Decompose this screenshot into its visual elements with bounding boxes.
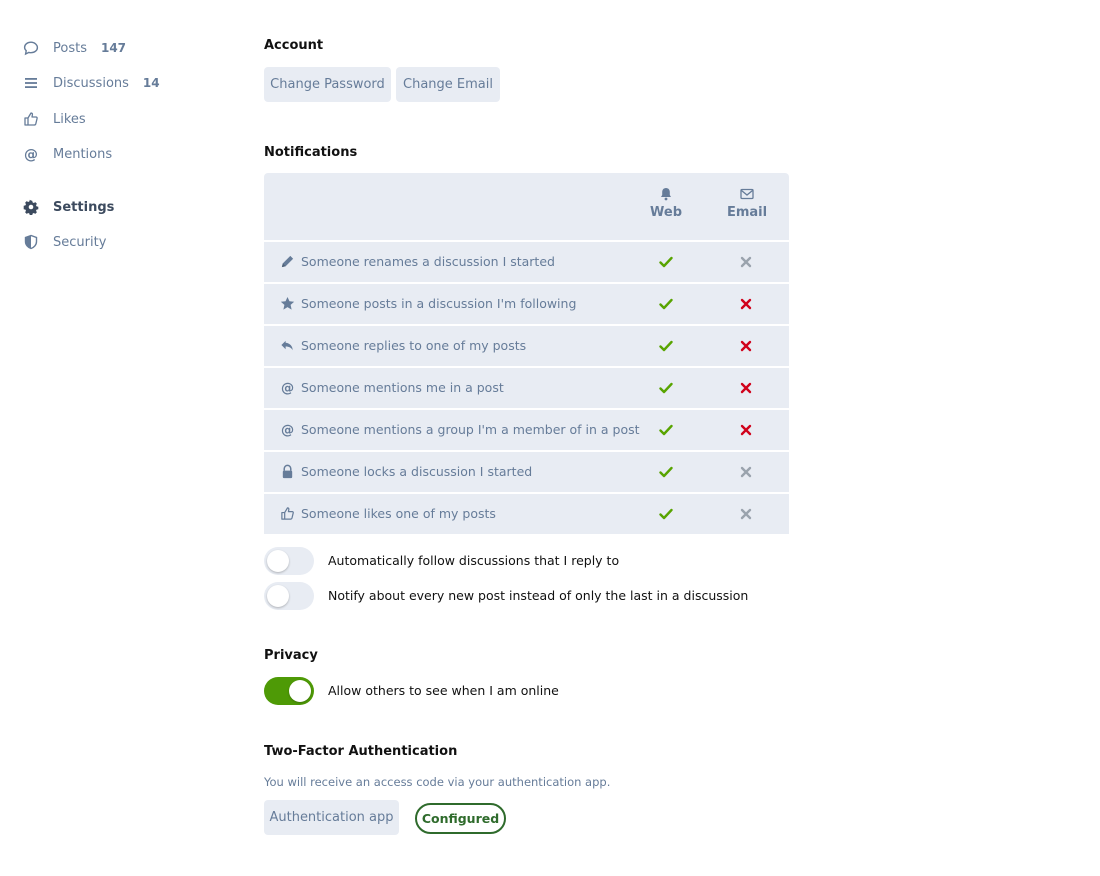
at-icon: @ bbox=[280, 422, 295, 438]
at-icon: @ bbox=[22, 145, 40, 163]
notification-row: Someone likes one of my posts bbox=[264, 494, 789, 534]
web-check-icon[interactable] bbox=[657, 505, 675, 523]
auto-follow-toggle[interactable] bbox=[264, 547, 314, 575]
web-check-icon[interactable] bbox=[657, 463, 675, 481]
discloses-online-toggle[interactable] bbox=[264, 677, 314, 705]
bell-icon bbox=[661, 188, 671, 201]
sidebar-item-label: Likes bbox=[53, 111, 86, 127]
column-web: Web bbox=[636, 187, 696, 220]
auto-follow-label: Automatically follow discussions that I … bbox=[328, 553, 620, 568]
thumbs-up-icon bbox=[22, 110, 40, 128]
change-email-button[interactable]: Change Email bbox=[396, 67, 500, 102]
discloses-online-label: Allow others to see when I am online bbox=[328, 683, 559, 698]
column-web-label: Web bbox=[650, 205, 682, 220]
star-icon bbox=[280, 296, 295, 311]
notification-label: Someone renames a discussion I started bbox=[301, 254, 555, 269]
comment-icon bbox=[22, 39, 40, 57]
notification-row: @ Someone mentions me in a post bbox=[264, 368, 789, 408]
account-title: Account bbox=[264, 38, 324, 53]
email-x-icon[interactable] bbox=[737, 295, 755, 313]
web-check-icon[interactable] bbox=[657, 253, 675, 271]
sidebar-item-posts[interactable]: Posts 147 bbox=[22, 38, 126, 58]
toggle-knob bbox=[267, 585, 289, 607]
sidebar-item-label: Security bbox=[53, 234, 107, 250]
at-icon: @ bbox=[280, 380, 295, 396]
thumbs-up-icon bbox=[280, 506, 295, 521]
notifications-grid-header: Web Email bbox=[264, 173, 789, 240]
notification-label: Someone posts in a discussion I'm follow… bbox=[301, 296, 577, 311]
discussion-count: 14 bbox=[142, 76, 160, 90]
sidebar-item-likes[interactable]: Likes bbox=[22, 109, 86, 129]
post-count: 147 bbox=[100, 41, 127, 55]
notification-row: Someone locks a discussion I started bbox=[264, 452, 789, 492]
svg-text:@: @ bbox=[281, 423, 294, 437]
notification-label: Someone replies to one of my posts bbox=[301, 338, 527, 353]
pencil-icon bbox=[280, 254, 295, 269]
notifications-title: Notifications bbox=[264, 145, 358, 160]
shield-icon bbox=[22, 233, 40, 251]
gear-icon bbox=[22, 198, 40, 216]
notify-every-post-toggle[interactable] bbox=[264, 582, 314, 610]
email-x-icon bbox=[737, 505, 755, 523]
authentication-app-button[interactable]: Authentication app bbox=[264, 800, 399, 835]
notification-row: Someone replies to one of my posts bbox=[264, 326, 789, 366]
two-factor-hint: You will receive an access code via your… bbox=[264, 775, 611, 789]
email-x-icon[interactable] bbox=[737, 421, 755, 439]
notify-every-post-label: Notify about every new post instead of o… bbox=[328, 588, 749, 603]
web-check-icon[interactable] bbox=[657, 337, 675, 355]
notification-row: @ Someone mentions a group I'm a member o… bbox=[264, 410, 789, 450]
lock-icon bbox=[280, 464, 295, 479]
notifications-grid: Web Email Someone renames a discussion I… bbox=[264, 173, 789, 534]
column-email: Email bbox=[717, 187, 777, 220]
svg-text:@: @ bbox=[281, 381, 294, 395]
web-check-icon[interactable] bbox=[657, 295, 675, 313]
sidebar-item-label: Settings bbox=[53, 199, 115, 215]
privacy-title: Privacy bbox=[264, 648, 318, 663]
email-x-icon bbox=[737, 253, 755, 271]
toggle-knob bbox=[289, 680, 311, 702]
sidebar-item-settings[interactable]: Settings bbox=[22, 197, 114, 217]
list-icon bbox=[22, 74, 40, 92]
notification-label: Someone mentions me in a post bbox=[301, 380, 504, 395]
email-x-icon[interactable] bbox=[737, 379, 755, 397]
notification-label: Someone likes one of my posts bbox=[301, 506, 496, 521]
email-x-icon bbox=[737, 463, 755, 481]
web-check-icon[interactable] bbox=[657, 421, 675, 439]
notification-row: Someone posts in a discussion I'm follow… bbox=[264, 284, 789, 324]
svg-text:@: @ bbox=[24, 147, 38, 162]
notification-row: Someone renames a discussion I started bbox=[264, 242, 789, 282]
toggle-knob bbox=[267, 550, 289, 572]
column-email-label: Email bbox=[726, 205, 768, 220]
web-check-icon[interactable] bbox=[657, 379, 675, 397]
notification-label: Someone locks a discussion I started bbox=[301, 464, 533, 479]
configured-status-badge: Configured bbox=[415, 803, 506, 834]
sidebar-item-label: Mentions bbox=[53, 146, 113, 162]
reply-icon bbox=[280, 338, 295, 353]
email-x-icon[interactable] bbox=[737, 337, 755, 355]
two-factor-title: Two-Factor Authentication bbox=[264, 744, 458, 759]
change-password-button[interactable]: Change Password bbox=[264, 67, 391, 102]
sidebar-item-label: Discussions bbox=[53, 75, 129, 91]
sidebar-item-discussions[interactable]: Discussions 14 bbox=[22, 73, 160, 93]
envelope-icon bbox=[740, 188, 754, 200]
sidebar-item-label: Posts bbox=[53, 40, 87, 56]
notification-label: Someone mentions a group I'm a member of… bbox=[301, 422, 640, 437]
sidebar-item-security[interactable]: Security bbox=[22, 232, 106, 252]
sidebar-item-mentions[interactable]: @ Mentions bbox=[22, 144, 112, 164]
